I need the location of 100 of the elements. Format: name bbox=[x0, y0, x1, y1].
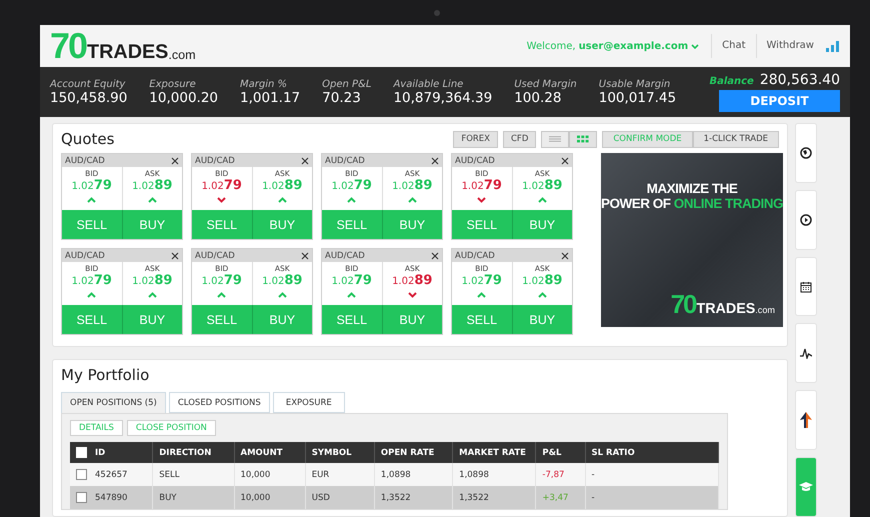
row-checkbox[interactable] bbox=[76, 469, 87, 480]
grid-icon bbox=[577, 135, 590, 143]
table-row[interactable]: 452657 SELL 10,000 EUR 1,0898 1,0898 -7,87 - bbox=[70, 463, 718, 486]
chevron-up-icon bbox=[87, 197, 96, 203]
sell-button[interactable]: SELL bbox=[322, 305, 382, 334]
select-all-checkbox[interactable] bbox=[76, 447, 87, 458]
sell-button[interactable]: SELL bbox=[62, 210, 122, 239]
column-header: DIRECTION bbox=[152, 442, 234, 463]
close-icon[interactable] bbox=[431, 252, 439, 260]
header-link[interactable]: Withdraw bbox=[756, 34, 824, 58]
price-value: 1.0289 bbox=[132, 178, 172, 195]
table-cell: 10,000 bbox=[234, 486, 306, 509]
price-value: 1.0279 bbox=[332, 273, 372, 290]
buy-button[interactable]: BUY bbox=[122, 305, 182, 334]
table-cell: USD bbox=[305, 486, 374, 509]
column-header: MARKET RATE bbox=[452, 442, 536, 463]
graduation-cap-icon bbox=[799, 481, 813, 494]
table-row[interactable]: 547890 BUY 10,000 USD 1,3522 1,3522 +3,47 - bbox=[70, 486, 718, 509]
buy-button[interactable]: BUY bbox=[382, 305, 442, 334]
buy-button[interactable]: BUY bbox=[252, 305, 312, 334]
chevron-up-icon bbox=[87, 292, 96, 298]
mode-toggle[interactable]: CONFIRM MODE bbox=[602, 130, 693, 148]
portfolio-tab[interactable]: OPEN POSITIONS (5) bbox=[61, 392, 166, 413]
stat-value: 10,879,364.39 bbox=[393, 90, 492, 106]
currency-pair: AUD/CAD bbox=[195, 250, 235, 260]
table-cell: 1,3522 bbox=[452, 486, 536, 509]
price-value: 1.0289 bbox=[392, 273, 432, 290]
column-header: OPEN RATE bbox=[374, 442, 453, 463]
close-icon[interactable] bbox=[171, 252, 179, 260]
price-value: 1.0279 bbox=[72, 273, 112, 290]
sell-button[interactable]: SELL bbox=[192, 305, 252, 334]
sell-button[interactable]: SELL bbox=[452, 210, 512, 239]
sell-button[interactable]: SELL bbox=[322, 210, 382, 239]
list-icon bbox=[549, 135, 562, 143]
deposit-button[interactable]: DEPOSIT bbox=[719, 90, 840, 112]
panel-title: My Portfolio bbox=[61, 366, 150, 384]
sell-button[interactable]: SELL bbox=[452, 305, 512, 334]
filter-button[interactable]: CFD bbox=[503, 130, 536, 148]
list-view-button[interactable] bbox=[541, 130, 570, 148]
price-value: 1.0289 bbox=[392, 178, 432, 195]
table-cell: BUY bbox=[152, 486, 234, 509]
chevron-up-icon bbox=[347, 197, 356, 203]
balance-value: 280,563.40 bbox=[760, 72, 840, 88]
action-button[interactable]: DETAILS bbox=[70, 420, 123, 436]
side-tab[interactable] bbox=[795, 390, 817, 450]
signal-bars-icon bbox=[826, 40, 840, 52]
side-tab[interactable] bbox=[795, 190, 817, 250]
sell-button[interactable]: SELL bbox=[62, 305, 122, 334]
stat-label: Margin % bbox=[240, 78, 288, 90]
side-tab[interactable] bbox=[795, 123, 817, 183]
currency-pair: AUD/CAD bbox=[455, 250, 495, 260]
chevron-down-icon bbox=[477, 197, 486, 203]
close-icon[interactable] bbox=[561, 156, 569, 164]
calendar-icon bbox=[800, 280, 812, 293]
buy-button[interactable]: BUY bbox=[252, 210, 312, 239]
panel-title: Quotes bbox=[61, 130, 114, 148]
close-icon[interactable] bbox=[561, 252, 569, 260]
buy-button[interactable]: BUY bbox=[122, 210, 182, 239]
column-header: SL RATIO bbox=[585, 442, 718, 463]
buy-button[interactable]: BUY bbox=[382, 210, 442, 239]
buy-button[interactable]: BUY bbox=[512, 305, 572, 334]
balance-label: Balance bbox=[709, 76, 754, 87]
close-icon[interactable] bbox=[171, 156, 179, 164]
sell-button[interactable]: SELL bbox=[192, 210, 252, 239]
header-link[interactable]: Chat bbox=[711, 34, 756, 58]
chevron-up-icon bbox=[148, 197, 157, 203]
mode-toggle[interactable]: 1-CLICK TRADE bbox=[692, 130, 779, 148]
action-button[interactable]: CLOSE POSITION bbox=[126, 420, 216, 436]
currency-pair: AUD/CAD bbox=[325, 250, 365, 260]
close-icon[interactable] bbox=[301, 156, 309, 164]
column-header: P&L bbox=[536, 442, 586, 463]
stat-value: 100.28 bbox=[514, 90, 562, 106]
chevron-up-icon bbox=[538, 197, 547, 203]
logo: 70TRADES.com bbox=[50, 28, 196, 64]
price-value: 1.0289 bbox=[262, 178, 302, 195]
chevron-up-icon bbox=[278, 197, 287, 203]
table-cell: 1,3522 bbox=[374, 486, 453, 509]
close-icon[interactable] bbox=[431, 156, 439, 164]
logo: 70TRADES.com bbox=[670, 291, 775, 317]
buy-button[interactable]: BUY bbox=[512, 210, 572, 239]
user-menu-link[interactable]: user@example.com bbox=[578, 40, 688, 52]
chevron-down-icon bbox=[408, 292, 417, 298]
price-value: 1.0279 bbox=[72, 178, 112, 195]
chevron-up-icon bbox=[347, 292, 356, 298]
stat-value: 10,000.20 bbox=[149, 90, 218, 106]
portfolio-tab[interactable]: EXPOSURE bbox=[272, 392, 345, 413]
arrow-up-icon bbox=[799, 411, 813, 430]
portfolio-tab[interactable]: CLOSED POSITIONS bbox=[168, 392, 270, 413]
column-header: AMOUNT bbox=[234, 442, 306, 463]
side-tab[interactable] bbox=[795, 323, 817, 384]
stat-label: Exposure bbox=[149, 78, 197, 90]
row-checkbox[interactable] bbox=[76, 492, 87, 503]
filter-button[interactable]: FOREX bbox=[453, 130, 498, 148]
close-icon[interactable] bbox=[301, 252, 309, 260]
stat-value: 150,458.90 bbox=[50, 90, 128, 106]
ad-banner[interactable]: MAXIMIZE THE POWER OF ONLINE TRADING 70TRADES.com bbox=[601, 153, 783, 327]
stat-label: Available Line bbox=[393, 78, 464, 90]
price-value: 1.0279 bbox=[332, 178, 372, 195]
currency-pair: AUD/CAD bbox=[65, 250, 105, 260]
side-tab[interactable] bbox=[795, 256, 817, 316]
